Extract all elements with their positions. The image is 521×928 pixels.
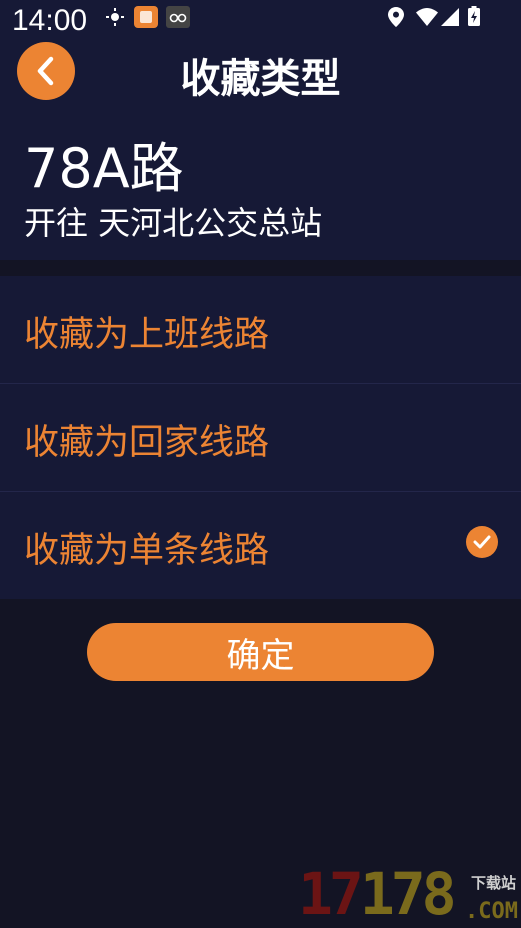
watermark-site-text: 下载站 bbox=[470, 874, 516, 892]
page-title: 收藏类型 bbox=[180, 56, 341, 102]
route-name: 78A路 bbox=[24, 137, 184, 200]
signal-icon bbox=[441, 8, 459, 26]
status-bar: 14:00 bbox=[0, 0, 521, 38]
watermark-domain: .COM bbox=[465, 899, 518, 924]
route-direction: 开往 天河北公交总站 bbox=[24, 204, 323, 242]
wifi-icon bbox=[416, 8, 438, 26]
option-label: 收藏为回家线路 bbox=[24, 423, 270, 463]
title-bar: 收藏类型 bbox=[0, 38, 521, 108]
glasses-icon bbox=[166, 6, 190, 28]
option-commute-home[interactable]: 收藏为回家线路 bbox=[0, 384, 521, 492]
option-single-route[interactable]: 收藏为单条线路 bbox=[0, 492, 521, 599]
watermark-logo: 17178 下载站 .COM bbox=[298, 862, 520, 926]
option-label: 收藏为上班线路 bbox=[24, 315, 270, 355]
option-commute-to-work[interactable]: 收藏为上班线路 bbox=[0, 276, 521, 384]
battery-icon bbox=[468, 6, 480, 26]
favorite-type-list: 收藏为上班线路 收藏为回家线路 收藏为单条线路 bbox=[0, 276, 521, 599]
location-icon bbox=[388, 7, 404, 27]
brightness-icon bbox=[106, 8, 124, 26]
check-icon bbox=[466, 526, 498, 558]
app-notification-icon bbox=[134, 6, 158, 28]
confirm-button[interactable]: 确定 bbox=[87, 623, 434, 681]
option-label: 收藏为单条线路 bbox=[24, 531, 270, 571]
watermark-number: 17178 bbox=[298, 860, 457, 928]
status-time: 14:00 bbox=[12, 4, 88, 37]
